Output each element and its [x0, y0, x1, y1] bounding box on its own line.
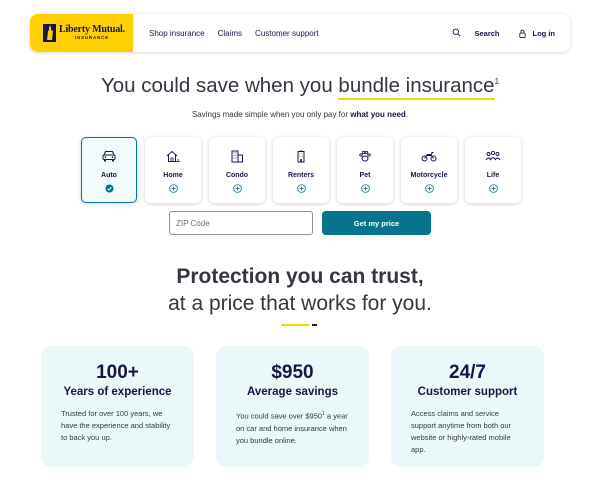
product-card-pet[interactable]: Pet	[337, 137, 393, 203]
stats-row: 100+ Years of experience Trusted for ove…	[41, 346, 544, 467]
section-divider	[281, 324, 317, 326]
product-label: Life	[486, 172, 500, 179]
hero-subtitle-text: Savings made simple when you only pay fo…	[191, 110, 351, 119]
product-card-condo[interactable]: Condo	[209, 137, 265, 203]
product-card-renters[interactable]: Renters	[273, 137, 329, 203]
apartment-icon	[297, 149, 305, 163]
hero-title-highlight: bundle insurance	[338, 74, 495, 100]
house-icon	[166, 150, 180, 162]
liberty-mutual-logo[interactable]: Liberty Mutual. INSURANCE	[30, 14, 133, 52]
stat-title: Years of experience	[63, 386, 172, 398]
stat-description-text: Trusted for over 100 years, we have the …	[61, 409, 171, 442]
hero-title: You could save when you bundle insurance…	[0, 74, 600, 100]
zip-code-input[interactable]	[169, 211, 313, 235]
logo-name: Liberty Mutual.	[59, 24, 125, 36]
stat-value: $950	[271, 362, 314, 383]
paw-icon	[359, 150, 371, 162]
stat-card-experience: 100+ Years of experience Trusted for ove…	[41, 346, 194, 467]
statue-of-liberty-icon	[43, 24, 56, 42]
stat-title: Customer support	[417, 386, 518, 398]
nav-customer-support[interactable]: Customer support	[255, 29, 319, 38]
main-nav: Shop insurance Claims Customer support	[149, 29, 319, 38]
search-link[interactable]: Search	[474, 29, 499, 38]
product-card-auto[interactable]: Auto	[81, 137, 137, 203]
lock-icon	[518, 29, 526, 38]
login-button[interactable]: Log in	[518, 28, 556, 38]
hero-subtitle-bold: what you need	[350, 110, 406, 119]
plus-circle-icon	[296, 184, 306, 193]
stat-title: Average savings	[247, 386, 338, 398]
product-label: Pet	[359, 172, 371, 179]
stat-description: You could save over $9501 a year on car …	[236, 408, 349, 447]
stat-description: Access claims and service support anytim…	[411, 408, 524, 456]
product-label: Condo	[225, 172, 249, 179]
plus-circle-icon	[232, 184, 242, 193]
checkmark-icon	[104, 184, 114, 193]
search-button[interactable]	[452, 28, 461, 39]
product-card-home[interactable]: Home	[145, 137, 201, 203]
stat-value: 100+	[96, 362, 139, 383]
stat-card-savings: $950 Average savings You could save over…	[216, 346, 369, 467]
hero-subtitle: Savings made simple when you only pay fo…	[0, 110, 600, 119]
stat-value: 24/7	[449, 362, 486, 383]
protection-title: Protection you can trust,	[176, 265, 424, 288]
nav-claims[interactable]: Claims	[218, 29, 242, 38]
plus-circle-icon	[168, 184, 178, 193]
stat-description-text: Access claims and service support anytim…	[411, 409, 512, 454]
product-selector: Auto Home Condo Renters Pet Motorcycle L…	[81, 137, 521, 203]
product-label: Auto	[101, 172, 117, 179]
plus-circle-icon	[360, 184, 370, 193]
stat-description-text: You could save over $950	[236, 411, 323, 421]
logo-subtitle: INSURANCE	[74, 35, 109, 41]
get-my-price-button[interactable]: Get my price	[322, 211, 431, 235]
car-icon	[102, 151, 116, 162]
hero-subtitle-end: .	[405, 110, 409, 119]
motorcycle-icon	[421, 152, 437, 162]
protection-subtitle: at a price that works for you.	[168, 292, 432, 315]
search-icon	[453, 28, 461, 36]
footnote-marker[interactable]: 1	[495, 77, 499, 86]
stat-description: Trusted for over 100 years, we have the …	[61, 408, 174, 444]
product-card-motorcycle[interactable]: Motorcycle	[401, 137, 457, 203]
site-header: Liberty Mutual. INSURANCE Shop insurance…	[30, 14, 570, 52]
plus-circle-icon	[424, 184, 434, 193]
plus-circle-icon	[488, 184, 498, 193]
product-card-life[interactable]: Life	[465, 137, 521, 203]
hero-title-text: You could save when you	[100, 74, 339, 97]
login-label: Log in	[532, 28, 556, 38]
product-label: Renters	[287, 172, 315, 179]
product-label: Motorcycle	[410, 172, 448, 179]
family-icon	[485, 150, 501, 161]
product-label: Home	[163, 172, 183, 179]
building-icon	[231, 150, 243, 163]
stat-card-support: 24/7 Customer support Access claims and …	[391, 346, 544, 467]
nav-shop-insurance[interactable]: Shop insurance	[149, 29, 205, 38]
